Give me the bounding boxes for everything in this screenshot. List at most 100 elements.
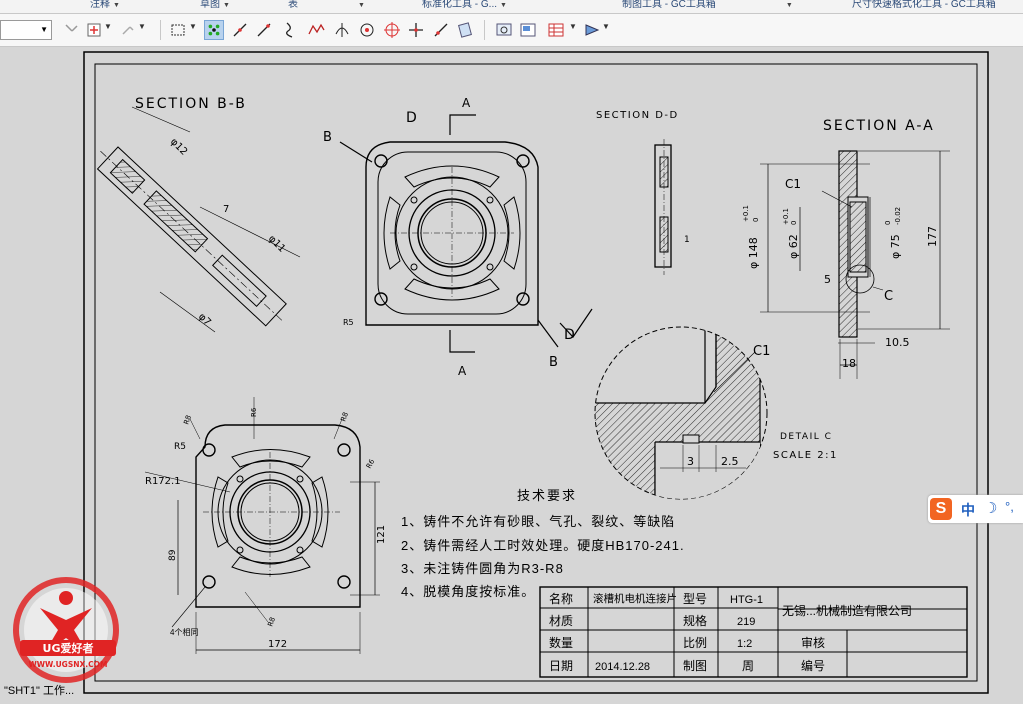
dim-r5-top: R5 bbox=[343, 318, 354, 327]
ime-language-toggle[interactable]: 中 bbox=[961, 500, 975, 520]
ime-toolbar[interactable]: S 中 ☽ °, bbox=[928, 495, 1023, 523]
sogou-logo-icon[interactable]: S bbox=[930, 498, 952, 520]
chevron-down-icon[interactable]: ▼ bbox=[189, 22, 197, 31]
tb-material-label: 材质 bbox=[549, 614, 573, 628]
chevron-down-icon[interactable]: ▼ bbox=[569, 22, 577, 31]
dim-3: 3 bbox=[687, 455, 694, 468]
tb-number-label: 编号 bbox=[801, 658, 825, 673]
label-b-left: B bbox=[323, 130, 332, 145]
dim-18: 18 bbox=[842, 357, 856, 370]
tech-note-1: 1、铸件不允许有砂眼、气孔、裂纹、等缺陷 bbox=[401, 514, 675, 529]
group-label: 表 bbox=[288, 0, 298, 10]
chevron-down-icon[interactable]: ▼ bbox=[223, 2, 230, 9]
dim-r8-left: R8 bbox=[182, 414, 193, 426]
label-d-bottom: D bbox=[564, 327, 575, 343]
group-label: 制图工具 - GC工具箱 bbox=[622, 0, 716, 10]
chevron-down-icon[interactable]: ▼ bbox=[138, 22, 146, 31]
drawing-canvas[interactable]: SECTION B-B φ12 7 φ11 φ7 A A B B D D R5 … bbox=[0, 47, 1023, 704]
filter-icon[interactable] bbox=[62, 20, 82, 40]
quadrant-icon[interactable] bbox=[382, 20, 402, 40]
select-box-icon[interactable] bbox=[168, 20, 188, 40]
intersection-icon[interactable] bbox=[406, 20, 426, 40]
section-bb-view bbox=[96, 146, 287, 327]
section-dd-view: 1 bbox=[654, 139, 690, 275]
front-view-top bbox=[339, 114, 593, 353]
center-icon[interactable] bbox=[357, 20, 377, 40]
chevron-down-icon[interactable]: ▼ bbox=[113, 2, 120, 9]
tb-ratio-label: 比例 bbox=[683, 636, 707, 650]
watermark-brand: UG爱好者 bbox=[43, 641, 94, 655]
label-b-bottom: B bbox=[549, 355, 558, 370]
moon-icon[interactable]: ☽ bbox=[984, 499, 997, 517]
clipboard-icon[interactable] bbox=[455, 20, 475, 40]
dim-phi62-tol2: 0 bbox=[790, 221, 798, 225]
tb-model-label: 型号 bbox=[683, 592, 707, 606]
dim-phi148-tol: +0.1 bbox=[742, 205, 750, 222]
dim-phi11: φ11 bbox=[266, 233, 287, 254]
dim-7: 7 bbox=[223, 204, 229, 215]
punctuation-toggle[interactable]: °, bbox=[1005, 499, 1014, 514]
ribbon-group-table[interactable]: 表 ▼ bbox=[288, 0, 365, 13]
ribbon-group-sketch[interactable]: 草图 ▼ bbox=[200, 0, 230, 13]
dim-10-5: 10.5 bbox=[885, 336, 910, 349]
tech-note-2: 2、铸件需经人工时效处理。硬度HB170-241. bbox=[401, 538, 685, 553]
dim-phi75-tol2: -0.02 bbox=[894, 207, 902, 225]
label-c-sec: C bbox=[884, 289, 893, 304]
dim-r6-top: R6 bbox=[250, 407, 258, 417]
dim-172: 172 bbox=[268, 639, 287, 650]
tb-date-label: 日期 bbox=[549, 659, 573, 673]
dim-r8-right: R8 bbox=[339, 411, 350, 423]
chevron-down-icon[interactable]: ▼ bbox=[500, 2, 507, 9]
view-icon[interactable] bbox=[494, 20, 514, 40]
tb-draw-label: 制图 bbox=[683, 659, 707, 673]
chevron-down-icon[interactable]: ▼ bbox=[40, 25, 48, 34]
ribbon-group-dimension-format[interactable]: 尺寸快速格式化工具 - GC工具箱 bbox=[852, 0, 996, 13]
snap-grid-icon[interactable] bbox=[204, 20, 224, 40]
drawing-sheet[interactable]: SECTION B-B φ12 7 φ11 φ7 A A B B D D R5 … bbox=[0, 47, 1023, 704]
ribbon-group-drafting-tools[interactable]: 制图工具 - GC工具箱 ▼ bbox=[622, 0, 793, 13]
chevron-down-icon[interactable]: ▼ bbox=[358, 2, 365, 9]
find-icon[interactable] bbox=[118, 20, 138, 40]
spline-icon[interactable] bbox=[306, 20, 326, 40]
table-icon[interactable] bbox=[546, 20, 566, 40]
chevron-down-icon[interactable]: ▼ bbox=[104, 22, 112, 31]
dim-phi148-tol2: 0 bbox=[752, 218, 760, 222]
sheet-tab[interactable]: "SHT1" 工作... bbox=[4, 682, 74, 698]
dim-phi7: φ7 bbox=[196, 311, 213, 328]
tb-spec-label: 规格 bbox=[683, 613, 707, 628]
dim-r6-right: R6 bbox=[365, 457, 377, 470]
line-alt-icon[interactable] bbox=[254, 20, 274, 40]
sheet-icon[interactable] bbox=[518, 20, 538, 40]
ug-logo-watermark: UG爱好者 WWW.UGSNX.COM bbox=[13, 577, 119, 683]
ribbon-group-annotation[interactable]: 注释 ▼ bbox=[90, 0, 120, 13]
dim-phi62-tol: +0.1 bbox=[782, 208, 790, 225]
tb-ratio-value: 1:2 bbox=[737, 638, 752, 650]
chevron-down-icon[interactable]: ▼ bbox=[602, 22, 610, 31]
selection-filter-dropdown[interactable]: ▼ bbox=[0, 20, 52, 40]
arrow-tool-icon[interactable] bbox=[582, 20, 602, 40]
dim-177: 177 bbox=[926, 226, 939, 247]
tangent-icon[interactable] bbox=[332, 20, 352, 40]
detail-scale: SCALE 2:1 bbox=[773, 450, 838, 461]
chevron-down-icon[interactable]: ▼ bbox=[786, 2, 793, 9]
tb-drawer: 周 bbox=[742, 659, 754, 673]
detail-c-title: DETAIL C bbox=[780, 432, 832, 442]
dim-dd-1: 1 bbox=[684, 235, 690, 245]
dim-4-holes: 4个相同 bbox=[170, 627, 198, 637]
dim-89: 89 bbox=[168, 549, 178, 561]
ribbon-group-bar: 注释 ▼ 草图 ▼ 表 ▼ 标准化工具 - G... ▼ 制图工具 - GC工具箱 ▼ 尺… bbox=[0, 0, 1023, 14]
label-a-bottom: A bbox=[458, 364, 467, 378]
label-d-top: D bbox=[406, 110, 417, 126]
toolbar-separator bbox=[484, 20, 485, 40]
tech-req-title: 技术要求 bbox=[517, 488, 577, 503]
group-label: 尺寸快速格式化工具 - GC工具箱 bbox=[852, 0, 996, 10]
curve-icon[interactable] bbox=[280, 20, 300, 40]
point-on-curve-icon[interactable] bbox=[431, 20, 451, 40]
ribbon-group-standard-tools[interactable]: 标准化工具 - G... ▼ bbox=[422, 0, 507, 13]
tb-spec-value: 219 bbox=[737, 616, 755, 628]
line-icon[interactable] bbox=[230, 20, 250, 40]
snap-point-icon[interactable] bbox=[84, 20, 104, 40]
dim-r5-bottom: R5 bbox=[174, 442, 186, 452]
label-c1-detail: C1 bbox=[753, 344, 770, 359]
toolbar-separator bbox=[160, 20, 161, 40]
